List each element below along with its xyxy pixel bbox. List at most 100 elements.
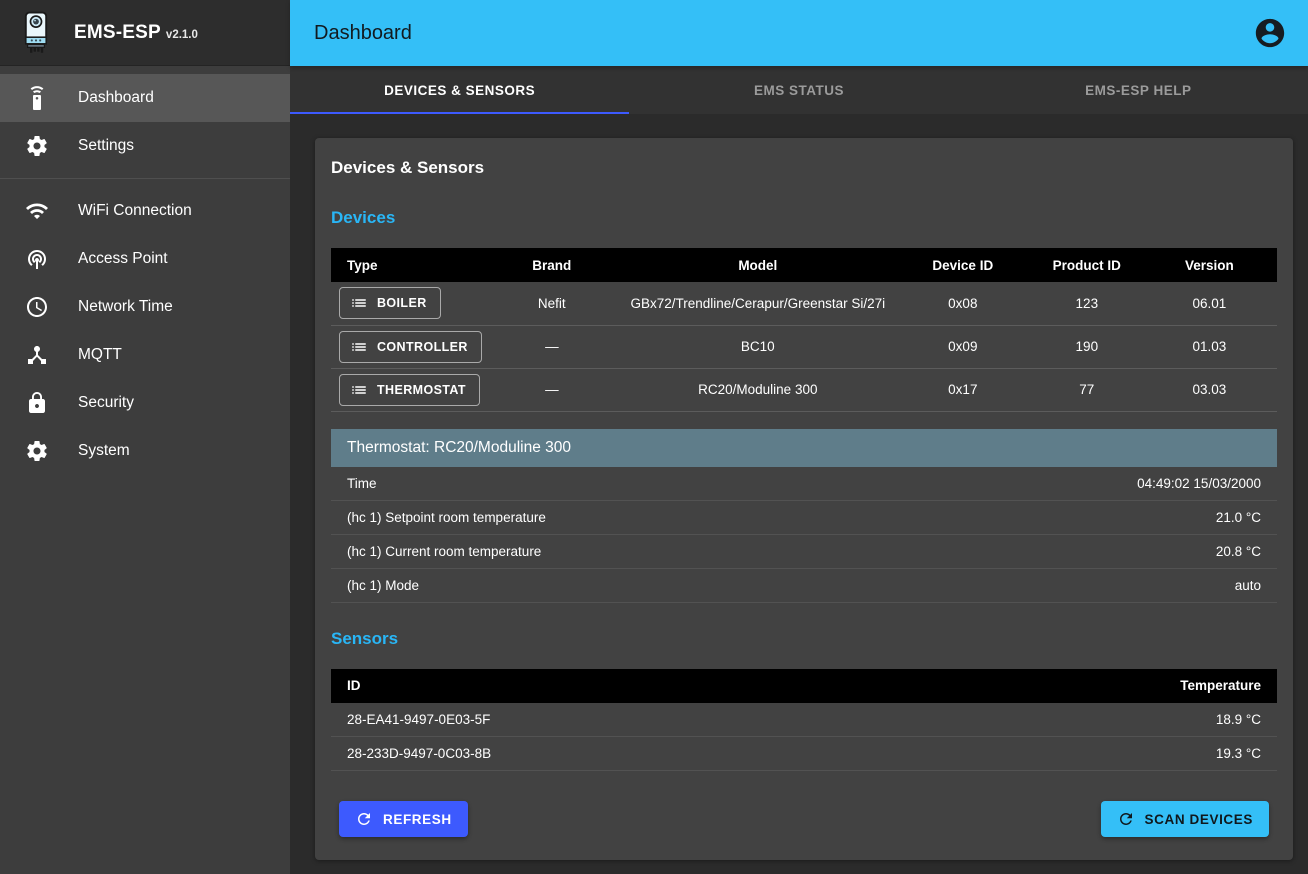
device-detail-title: Thermostat: RC20/Moduline 300: [347, 439, 571, 457]
refresh-icon: [355, 810, 373, 828]
card-title: Devices & Sensors: [331, 158, 1277, 178]
device-detail-header: Thermostat: RC20/Moduline 300: [331, 429, 1277, 467]
tab-ems-esp-help[interactable]: EMS-ESP HELP: [969, 66, 1308, 114]
tab-label: DEVICES & SENSORS: [384, 83, 535, 98]
device-type-button-thermostat[interactable]: THERMOSTAT: [339, 374, 480, 406]
device-model: BC10: [622, 325, 894, 368]
detail-label: (hc 1) Setpoint room temperature: [347, 510, 546, 525]
detail-label: Time: [347, 476, 377, 491]
device-type-label: THERMOSTAT: [377, 383, 466, 397]
account-circle-icon: [1253, 16, 1287, 50]
detail-row-mode: (hc 1) Mode auto: [331, 569, 1277, 603]
app-title-group: EMS-ESPv2.1.0: [74, 22, 198, 44]
sensor-row: 28-233D-9497-0C03-8B 19.3 °C: [331, 737, 1277, 771]
sensor-temperature: 19.3 °C: [921, 737, 1277, 771]
column-header-version: Version: [1142, 248, 1277, 282]
device-type-label: BOILER: [377, 296, 427, 310]
sensors-table-header: ID Temperature: [331, 669, 1277, 703]
sensor-id: 28-EA41-9497-0E03-5F: [331, 703, 921, 737]
tab-devices-sensors[interactable]: DEVICES & SENSORS: [290, 66, 629, 114]
detail-row-current-temp: (hc 1) Current room temperature 20.8 °C: [331, 535, 1277, 569]
sidebar-item-system[interactable]: System: [0, 427, 290, 475]
device-id: 0x09: [894, 325, 1032, 368]
device-brand: —: [482, 368, 622, 411]
refresh-icon: [1117, 810, 1135, 828]
wifi-tethering-icon: [25, 247, 49, 271]
sidebar-item-mqtt[interactable]: MQTT: [0, 331, 290, 379]
device-hub-icon: [25, 343, 49, 367]
detail-value: 20.8 °C: [1216, 544, 1261, 559]
device-brand: Nefit: [482, 282, 622, 325]
device-version: 06.01: [1142, 282, 1277, 325]
content-area: Devices & Sensors Devices Type Brand Mod…: [290, 114, 1308, 874]
scan-devices-button-label: SCAN DEVICES: [1145, 812, 1253, 827]
devices-table: Type Brand Model Device ID Product ID Ve…: [331, 248, 1277, 412]
detail-row-time: Time 04:49:02 15/03/2000: [331, 467, 1277, 501]
column-header-product-id: Product ID: [1032, 248, 1142, 282]
sidebar-item-label: Dashboard: [78, 89, 154, 107]
device-type-label: CONTROLLER: [377, 340, 468, 354]
main-area: Dashboard DEVICES & SENSORS EMS STATUS E…: [290, 0, 1308, 874]
column-header-device-id: Device ID: [894, 248, 1032, 282]
sidebar-item-dashboard[interactable]: Dashboard: [0, 74, 290, 122]
scan-devices-button[interactable]: SCAN DEVICES: [1101, 801, 1269, 837]
device-type-button-controller[interactable]: CONTROLLER: [339, 331, 482, 363]
devices-sensors-card: Devices & Sensors Devices Type Brand Mod…: [315, 138, 1293, 860]
list-icon: [350, 338, 368, 356]
account-button[interactable]: [1253, 16, 1287, 50]
sidebar-item-label: Security: [78, 394, 134, 412]
gear-icon: [25, 439, 49, 463]
page-title: Dashboard: [314, 22, 412, 45]
sidebar-item-label: Settings: [78, 137, 134, 155]
sidebar-item-network-time[interactable]: Network Time: [0, 283, 290, 331]
column-header-model: Model: [622, 248, 894, 282]
sidebar-item-label: System: [78, 442, 130, 460]
column-header-temperature: Temperature: [921, 669, 1277, 703]
device-model: RC20/Moduline 300: [622, 368, 894, 411]
sidebar: EMS-ESPv2.1.0 Dashboard Settings WiFi Co…: [0, 0, 290, 874]
sensors-heading: Sensors: [331, 629, 1277, 649]
tab-label: EMS-ESP HELP: [1085, 83, 1191, 98]
sidebar-item-settings[interactable]: Settings: [0, 122, 290, 170]
sidebar-item-label: Access Point: [78, 250, 168, 268]
device-version: 01.03: [1142, 325, 1277, 368]
device-row-boiler: BOILER Nefit GBx72/Trendline/Cerapur/Gre…: [331, 282, 1277, 325]
device-id: 0x08: [894, 282, 1032, 325]
devices-table-header: Type Brand Model Device ID Product ID Ve…: [331, 248, 1277, 282]
sidebar-nav: Dashboard Settings WiFi Connection Acces…: [0, 66, 290, 475]
sidebar-divider: [0, 178, 290, 179]
tab-bar: DEVICES & SENSORS EMS STATUS EMS-ESP HEL…: [290, 66, 1308, 114]
tab-ems-status[interactable]: EMS STATUS: [629, 66, 968, 114]
actions-row: REFRESH SCAN DEVICES: [331, 801, 1277, 837]
device-type-button-boiler[interactable]: BOILER: [339, 287, 441, 319]
sensor-temperature: 18.9 °C: [921, 703, 1277, 737]
column-header-type: Type: [331, 248, 482, 282]
detail-row-setpoint: (hc 1) Setpoint room temperature 21.0 °C: [331, 501, 1277, 535]
detail-value: 04:49:02 15/03/2000: [1137, 476, 1261, 491]
column-header-brand: Brand: [482, 248, 622, 282]
sidebar-item-wifi-connection[interactable]: WiFi Connection: [0, 187, 290, 235]
sensor-row: 28-EA41-9497-0E03-5F 18.9 °C: [331, 703, 1277, 737]
list-icon: [350, 294, 368, 312]
detail-value: auto: [1235, 578, 1261, 593]
lock-icon: [25, 391, 49, 415]
gear-icon: [25, 134, 49, 158]
remote-icon: [25, 86, 49, 110]
device-detail-list: Time 04:49:02 15/03/2000 (hc 1) Setpoint…: [331, 467, 1277, 603]
detail-value: 21.0 °C: [1216, 510, 1261, 525]
sidebar-item-security[interactable]: Security: [0, 379, 290, 427]
app-version: v2.1.0: [166, 29, 198, 41]
sidebar-item-label: WiFi Connection: [78, 202, 192, 220]
refresh-button[interactable]: REFRESH: [339, 801, 468, 837]
boiler-logo-icon: [14, 9, 58, 57]
app-bar: Dashboard: [290, 0, 1308, 66]
device-version: 03.03: [1142, 368, 1277, 411]
sidebar-item-access-point[interactable]: Access Point: [0, 235, 290, 283]
sidebar-item-label: MQTT: [78, 346, 122, 364]
sensor-id: 28-233D-9497-0C03-8B: [331, 737, 921, 771]
device-id: 0x17: [894, 368, 1032, 411]
device-model: GBx72/Trendline/Cerapur/Greenstar Si/27i: [622, 282, 894, 325]
device-product-id: 77: [1032, 368, 1142, 411]
detail-label: (hc 1) Mode: [347, 578, 419, 593]
sidebar-item-label: Network Time: [78, 298, 173, 316]
